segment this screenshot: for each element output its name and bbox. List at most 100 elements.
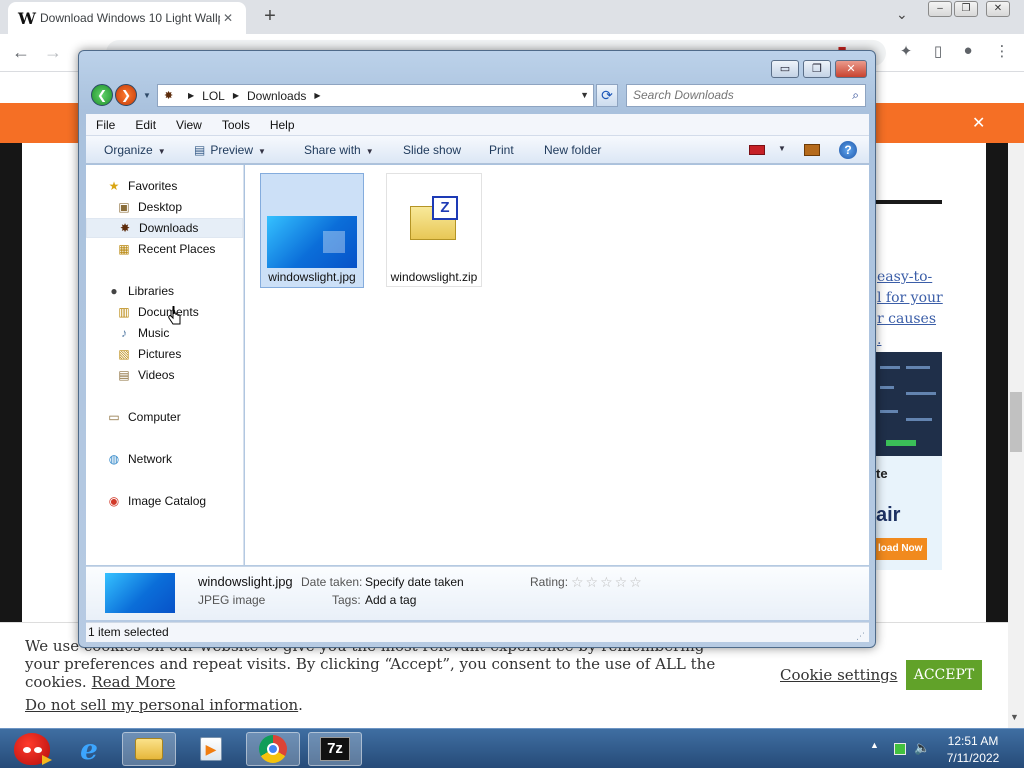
search-icon[interactable]: ⌕ xyxy=(852,88,859,103)
nav-pictures[interactable]: ▧ Pictures xyxy=(86,344,243,364)
sidebar-link-3[interactable]: r causes xyxy=(877,311,936,327)
organize-button[interactable]: Organize ▼ xyxy=(104,143,166,157)
close-button[interactable]: ✕ xyxy=(835,60,867,78)
address-breadcrumb[interactable]: ✸ ▶ LOL ▶ Downloads ▶ ▼ xyxy=(157,84,594,107)
maximize-button[interactable]: ❐ xyxy=(803,60,831,78)
nav-libraries[interactable]: ● Libraries xyxy=(86,281,243,301)
taskbar-chrome[interactable] xyxy=(246,732,300,766)
nav-recent-places[interactable]: ▦ Recent Places xyxy=(86,239,243,259)
start-button[interactable] xyxy=(4,729,54,768)
browser-minimize-button[interactable]: – xyxy=(928,1,952,17)
taskbar-explorer[interactable] xyxy=(122,732,176,766)
scroll-down-arrow-icon[interactable]: ▼ xyxy=(1010,712,1019,722)
tab-search-icon[interactable]: ⌄ xyxy=(896,6,908,23)
taskbar-internet-explorer[interactable]: e xyxy=(62,732,116,766)
breadcrumb-separator-icon[interactable]: ▶ xyxy=(233,91,239,100)
browser-forward-icon[interactable]: → xyxy=(44,42,62,63)
details-filename: windowslight.jpg xyxy=(198,574,293,589)
browser-maximize-button[interactable]: ❐ xyxy=(954,1,978,17)
sidebar-link-4[interactable]: . xyxy=(877,332,881,348)
file-name: windowslight.jpg xyxy=(268,270,356,284)
search-box[interactable]: ⌕ xyxy=(626,84,866,107)
nav-downloads[interactable]: ✸ Downloads xyxy=(86,218,243,238)
menu-tools[interactable]: Tools xyxy=(212,118,260,132)
search-input[interactable] xyxy=(633,85,843,105)
nav-videos[interactable]: ▤ Videos xyxy=(86,365,243,385)
resize-grip-icon[interactable]: ⋰ xyxy=(856,627,865,645)
print-button[interactable]: Print xyxy=(489,143,514,157)
slide-show-button[interactable]: Slide show xyxy=(403,143,461,157)
nav-network[interactable]: ◍ Network xyxy=(86,449,243,469)
preview-icon: ▤ xyxy=(194,143,206,157)
do-not-sell-link[interactable]: Do not sell my personal information xyxy=(25,696,298,714)
recent-places-icon: ▦ xyxy=(118,242,130,256)
date-taken-label: Date taken: xyxy=(301,575,363,589)
tags-value[interactable]: Add a tag xyxy=(365,593,416,607)
breadcrumb-downloads[interactable]: Downloads xyxy=(247,89,306,103)
banner-close-icon[interactable]: ✕ xyxy=(972,113,985,133)
clock-time[interactable]: 12:51 AM xyxy=(938,734,1008,748)
file-item-jpg[interactable]: windowslight.jpg xyxy=(260,173,364,288)
view-options-icon[interactable] xyxy=(749,145,765,155)
nav-desktop[interactable]: ▣ Desktop xyxy=(86,197,243,217)
music-icon: ♪ xyxy=(121,326,127,340)
nav-image-catalog[interactable]: ◉ Image Catalog xyxy=(86,491,243,511)
rating-stars[interactable]: ☆☆☆☆☆ xyxy=(571,574,644,591)
view-options-dropdown-icon[interactable]: ▼ xyxy=(778,144,786,153)
nav-label: Recent Places xyxy=(138,242,216,256)
minimize-button[interactable]: ▭ xyxy=(771,60,799,78)
network-status-icon[interactable] xyxy=(894,743,906,755)
preview-button[interactable]: ▤ Preview ▼ xyxy=(194,143,266,157)
navigation-pane: ★ Favorites ▣ Desktop ✸ Downloads ▦ Recent P… xyxy=(86,165,244,565)
sidebar-link-2[interactable]: l for your xyxy=(877,290,943,306)
recent-pages-dropdown-icon[interactable]: ▼ xyxy=(143,91,151,100)
help-button[interactable]: ? xyxy=(839,141,857,159)
sidebar-link-1[interactable]: easy-to- xyxy=(877,269,932,285)
menu-view[interactable]: View xyxy=(166,118,212,132)
new-tab-button[interactable]: + xyxy=(258,4,282,30)
browser-menu-icon[interactable]: ⋮ xyxy=(992,42,1012,62)
nav-documents[interactable]: ▥ Documents xyxy=(86,302,243,322)
browser-tab[interactable]: W Download Windows 10 Light Wallpaper ✕ xyxy=(8,2,246,34)
new-folder-button[interactable]: New folder xyxy=(544,143,601,157)
forward-button[interactable]: ❯ xyxy=(115,84,137,106)
browser-close-button[interactable]: ✕ xyxy=(986,1,1010,17)
read-more-link[interactable]: Read More xyxy=(91,673,175,691)
preview-pane-icon[interactable] xyxy=(804,144,820,156)
show-hidden-icons-icon[interactable]: ▲ xyxy=(870,740,879,750)
cookie-accept-button[interactable]: ACCEPT xyxy=(906,660,982,690)
tab-close-icon[interactable]: ✕ xyxy=(220,11,236,25)
extensions-puzzle-icon[interactable]: ✦ xyxy=(896,42,916,62)
file-item-zip[interactable]: Z windowslight.zip xyxy=(386,173,482,287)
breadcrumb-separator-icon[interactable]: ▶ xyxy=(188,91,194,100)
share-with-button[interactable]: Share with ▼ xyxy=(304,143,374,157)
volume-icon[interactable]: 🔈 xyxy=(914,740,930,756)
clock-date[interactable]: 7/11/2022 xyxy=(938,751,1008,765)
browser-back-icon[interactable]: ← xyxy=(12,42,30,63)
menu-file[interactable]: File xyxy=(86,118,125,132)
refresh-button[interactable]: ⟳ xyxy=(596,84,618,107)
side-panel-icon[interactable]: ▯ xyxy=(928,42,948,62)
ad-download-button[interactable]: load Now xyxy=(876,538,927,560)
date-taken-value[interactable]: Specify date taken xyxy=(365,575,464,589)
taskbar-7zip[interactable]: 7z xyxy=(308,732,362,766)
status-text: 1 item selected xyxy=(88,625,169,639)
menu-help[interactable]: Help xyxy=(260,118,305,132)
nav-computer[interactable]: ▭ Computer xyxy=(86,407,243,427)
breadcrumb-separator-icon[interactable]: ▶ xyxy=(314,91,320,100)
nav-music[interactable]: ♪ Music xyxy=(86,323,243,343)
organize-label: Organize xyxy=(104,143,153,157)
back-button[interactable]: ❮ xyxy=(91,84,113,106)
command-bar: Organize ▼ ▤ Preview ▼ Share with ▼ Slide sh… xyxy=(86,136,869,164)
breadcrumb-lol[interactable]: LOL xyxy=(202,89,225,103)
menu-edit[interactable]: Edit xyxy=(125,118,166,132)
profile-avatar-icon[interactable]: ● xyxy=(958,42,978,62)
nav-favorites[interactable]: ★ Favorites xyxy=(86,176,243,196)
cookie-settings-link[interactable]: Cookie settings xyxy=(780,666,897,684)
address-dropdown-icon[interactable]: ▼ xyxy=(580,90,589,100)
chevron-down-icon: ▼ xyxy=(258,147,266,156)
file-list[interactable]: windowslight.jpg Z windowslight.zip xyxy=(245,165,869,565)
sidebar-ad[interactable]: te air load Now xyxy=(876,352,942,570)
taskbar-media-player[interactable]: ▶ xyxy=(184,732,238,766)
page-scrollbar-thumb[interactable] xyxy=(1010,392,1022,452)
